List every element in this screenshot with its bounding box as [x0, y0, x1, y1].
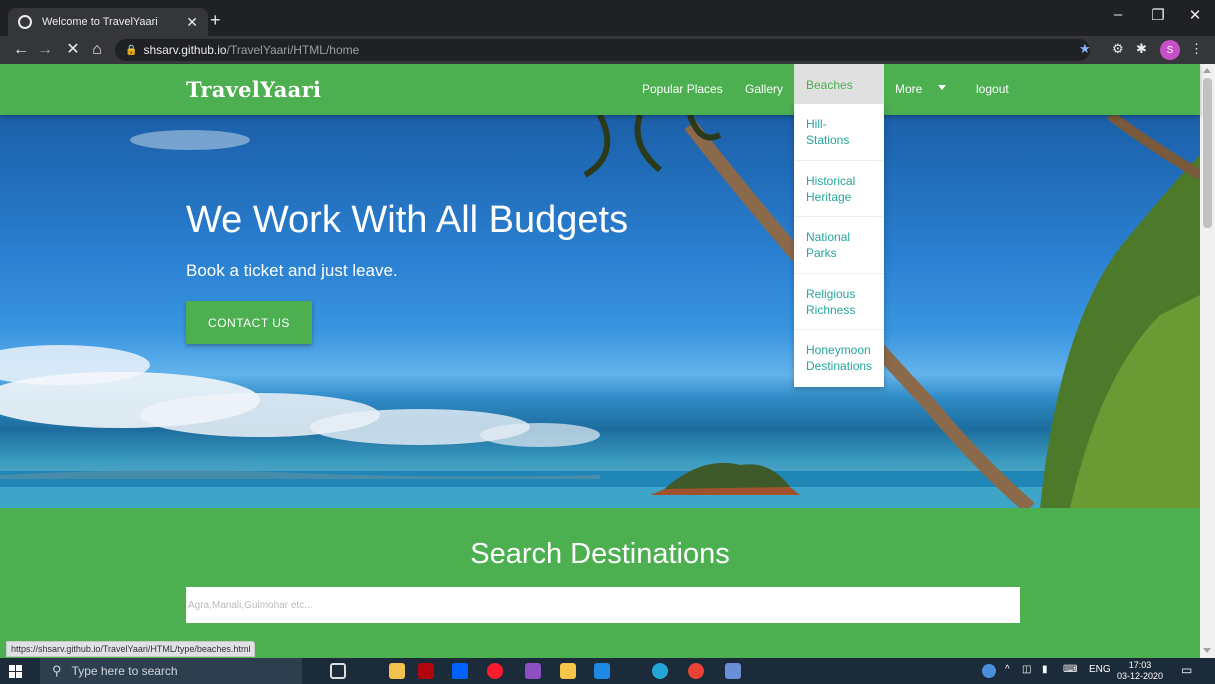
nav-more[interactable]: More: [895, 82, 922, 96]
bookmark-star-icon[interactable]: ★: [1079, 41, 1091, 57]
ide-icon[interactable]: [525, 663, 541, 679]
scrollbar-thumb[interactable]: [1203, 78, 1212, 228]
hero-heading: We Work With All Budgets: [186, 199, 629, 241]
netflix-icon[interactable]: [418, 663, 434, 679]
nav-beaches[interactable]: Beaches: [794, 64, 884, 104]
search-title: Search Destinations: [470, 538, 730, 570]
page-scrollbar[interactable]: [1200, 64, 1215, 658]
lock-icon: 🔒: [125, 44, 138, 56]
dropdown-item-national-parks[interactable]: National Parks: [794, 217, 884, 274]
extensions-puzzle-icon[interactable]: ✱: [1136, 41, 1147, 57]
maximize-button[interactable]: ❐: [1138, 6, 1178, 24]
browser-titlebar: Welcome to TravelYaari ✕ + – ❐ ✕: [0, 0, 1215, 36]
search-icon: ⚲: [52, 663, 62, 678]
new-tab-button[interactable]: +: [210, 10, 221, 30]
url-path: /TravelYaari/HTML/home: [226, 43, 360, 57]
battery-icon[interactable]: ▮: [1042, 664, 1048, 675]
nav-gallery[interactable]: Gallery: [745, 82, 783, 96]
brand-logo[interactable]: TravelYaari: [186, 77, 321, 102]
home-button[interactable]: ⌂: [86, 39, 108, 61]
extension-icon[interactable]: ⚙: [1112, 41, 1124, 57]
tab-title: Welcome to TravelYaari: [42, 16, 158, 28]
caret-down-icon[interactable]: [938, 85, 946, 90]
edge-icon[interactable]: [652, 663, 668, 679]
clock-date: 03-12-2020: [1117, 671, 1164, 681]
menu-kebab-icon[interactable]: ⋮: [1190, 41, 1203, 57]
dropdown-item-historical-heritage[interactable]: Historical Heritage: [794, 161, 884, 217]
tab-close-icon[interactable]: ✕: [186, 14, 198, 31]
site-navbar: TravelYaari Popular Places Gallery More …: [0, 64, 1200, 115]
task-view-icon[interactable]: [330, 663, 346, 679]
opera-icon[interactable]: [487, 663, 503, 679]
browser-tab[interactable]: Welcome to TravelYaari ✕: [8, 8, 208, 36]
dropbox-icon[interactable]: [452, 663, 468, 679]
close-window-button[interactable]: ✕: [1175, 6, 1215, 24]
notification-icon[interactable]: ▭: [1181, 663, 1192, 677]
hero-banner: We Work With All Budgets Book a ticket a…: [0, 115, 1200, 508]
profile-avatar[interactable]: S: [1160, 40, 1180, 60]
taskbar-search-box[interactable]: ⚲ Type here to search: [40, 658, 302, 684]
language-indicator[interactable]: ENG: [1089, 664, 1111, 675]
back-button[interactable]: ←: [10, 39, 32, 61]
network-icon[interactable]: ◫: [1022, 664, 1031, 675]
scroll-down-icon[interactable]: [1203, 648, 1211, 653]
chrome-icon[interactable]: [688, 663, 704, 679]
web-page: TravelYaari Popular Places Gallery More …: [0, 64, 1215, 658]
file-explorer-icon[interactable]: [389, 663, 405, 679]
taskbar-search-placeholder: Type here to search: [71, 664, 178, 678]
contact-us-button[interactable]: CONTACT US: [186, 301, 312, 344]
stop-button[interactable]: ✕: [62, 39, 84, 61]
link-status-bubble: https://shsarv.github.io/TravelYaari/HTM…: [6, 641, 256, 657]
store-icon[interactable]: [560, 663, 576, 679]
browser-toolbar: ← → ✕ ⌂ 🔒 shsarv.github.io /TravelYaari/…: [0, 36, 1215, 64]
beach-background-image: [0, 115, 1200, 508]
dropdown-item-honeymoon-destinations[interactable]: Honeymoon Destinations: [794, 330, 884, 387]
help-tray-icon[interactable]: [982, 664, 996, 678]
minimize-button[interactable]: –: [1098, 6, 1138, 23]
url-host: shsarv.github.io: [143, 43, 227, 57]
forward-button[interactable]: →: [34, 39, 56, 61]
windows-start-icon[interactable]: [9, 665, 22, 678]
windows-taskbar: ⚲ Type here to search ^ ◫ ▮ ⌨ ENG 17:03 …: [0, 658, 1215, 684]
clock-time: 17:03: [1128, 660, 1152, 670]
taskbar-clock[interactable]: 17:03 03-12-2020: [1117, 660, 1163, 682]
nav-logout[interactable]: logout: [976, 82, 1009, 96]
mail-icon[interactable]: [594, 663, 610, 679]
nav-dropdown-menu: Hill- Stations Historical Heritage Nationa…: [794, 104, 884, 387]
hero-subheading: Book a ticket and just leave.: [186, 261, 398, 280]
dropdown-item-religious-richness[interactable]: Religious Richness: [794, 274, 884, 330]
chevron-up-icon[interactable]: ^: [1005, 664, 1010, 675]
address-bar[interactable]: 🔒 shsarv.github.io /TravelYaari/HTML/hom…: [115, 39, 1090, 61]
notes-icon[interactable]: [725, 663, 741, 679]
scroll-up-icon[interactable]: [1203, 68, 1211, 73]
dropdown-item-hill-stations[interactable]: Hill- Stations: [794, 104, 884, 161]
nav-popular-places[interactable]: Popular Places: [642, 82, 723, 96]
keyboard-icon[interactable]: ⌨: [1063, 664, 1077, 675]
search-section: Search Destinations: [0, 508, 1200, 658]
destination-search-input[interactable]: [186, 587, 1020, 623]
site-favicon-icon: [18, 15, 32, 29]
